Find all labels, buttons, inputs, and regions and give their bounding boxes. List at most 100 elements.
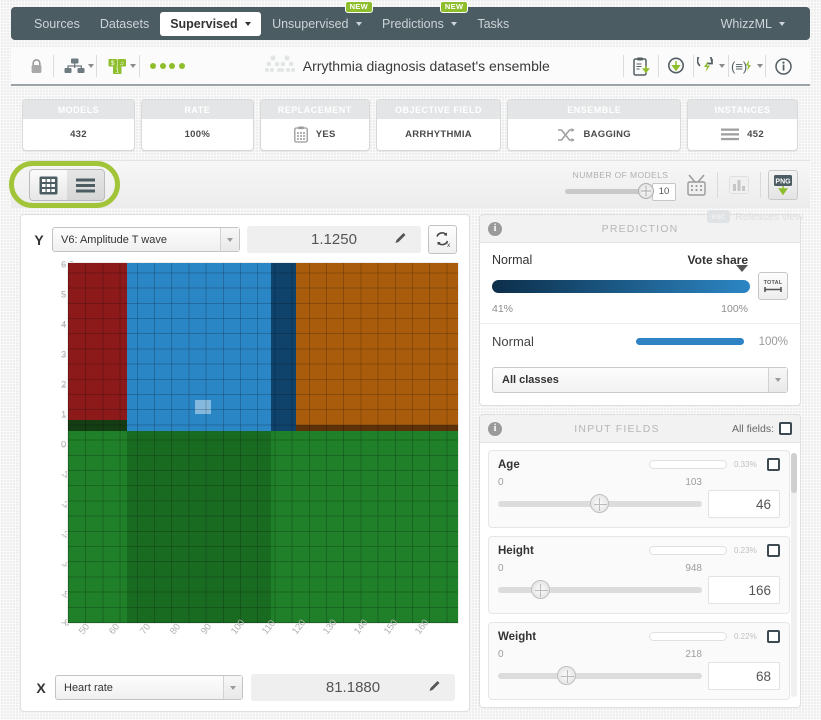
models-controls: NUMBER OF MODELS 10 PNG [565, 161, 798, 209]
card-body: YES [261, 119, 369, 150]
field-checkbox[interactable] [767, 630, 780, 643]
field-min: 0 [498, 649, 504, 660]
models-count-input[interactable]: 10 [652, 182, 676, 201]
field-slider-knob[interactable] [530, 580, 550, 599]
field-value-input[interactable]: 166 [708, 576, 780, 604]
png-download-icon[interactable]: PNG [768, 170, 798, 200]
field-checkbox[interactable] [767, 544, 780, 557]
bigml-ensemble-prediction-page: Sources Datasets Supervised NEW Unsuperv… [0, 0, 821, 720]
tree-structure-icon[interactable] [64, 51, 94, 81]
card-value: 432 [70, 129, 87, 140]
x-axis-value-input[interactable]: 81.1880 [251, 674, 455, 701]
field-max: 103 [685, 477, 702, 488]
resource-title: Arrythmia diagnosis dataset's ensemble [193, 54, 622, 78]
pencil-icon[interactable] [394, 231, 407, 248]
y-axis-field-select[interactable]: V6: Amplitude T wave [52, 227, 240, 252]
svg-text:x: x [447, 242, 451, 248]
slider-label: NUMBER OF MODELS [572, 169, 669, 180]
sampling-icon[interactable] [682, 171, 710, 199]
x-axis-controls: X Heart rate 81.1880 [21, 674, 469, 701]
card-rate: RATE 100% [140, 99, 254, 151]
chart-icon[interactable] [725, 171, 753, 199]
chevron-down-icon [223, 676, 242, 699]
reset-axes-icon[interactable]: x [428, 225, 457, 254]
resource-title-text: Arrythmia diagnosis dataset's ensemble [302, 58, 550, 74]
lock-icon[interactable] [21, 51, 51, 81]
view-toolbar: NUMBER OF MODELS 10 PNG [11, 160, 810, 208]
class-row: Normal 100% [480, 323, 800, 359]
scrollbar-thumb[interactable] [791, 453, 797, 493]
x-axis-value: 81.1880 [325, 679, 381, 696]
chevron-down-icon [245, 22, 252, 27]
field-slider-track[interactable] [498, 494, 702, 513]
field-slider-track[interactable] [498, 666, 702, 685]
all-fields-checkbox[interactable] [779, 422, 792, 435]
resource-header-bar: $ ♫ 1 Arrythmia diagnosis dataset's ense… [11, 48, 810, 86]
total-button[interactable]: TOTAL [758, 272, 788, 300]
chevron-down-icon [220, 228, 239, 251]
chevron-down-icon [356, 22, 362, 27]
class-bar-fill [636, 338, 744, 345]
region-green-dark [127, 431, 271, 623]
nav-label: Predictions [382, 16, 444, 31]
plot-area[interactable] [67, 262, 459, 624]
field-name: Height [498, 544, 534, 557]
nav-item-whizzml[interactable]: WhizzML [712, 13, 794, 35]
field-checkbox[interactable] [767, 458, 780, 471]
region-dark-blue [270, 263, 297, 432]
field-value-input[interactable]: 68 [708, 662, 780, 690]
card-title: RATE [141, 100, 253, 119]
divider [728, 55, 729, 77]
field-range: 0 948 [498, 563, 780, 574]
prediction-panel: i PREDICTION Normal Vote share TOTAL 41%… [479, 214, 801, 406]
class-filter-select[interactable]: All classes [492, 367, 788, 393]
confidence-max: 100% [721, 303, 748, 315]
y-axis-value-input[interactable]: 1.1250 [247, 226, 421, 253]
card-body: BAGGING [508, 119, 680, 150]
card-body: 100% [142, 119, 253, 150]
field-card-age: Age 0.33% 0 103 46 [488, 450, 790, 528]
info-icon[interactable]: i [488, 421, 502, 436]
cloud-download-icon[interactable] [661, 51, 691, 81]
info-icon[interactable]: i [488, 221, 502, 236]
grid-view-icon[interactable] [30, 170, 67, 200]
x-axis-ticks: 50 60 70 80 90 100 110 120 130 140 150 1… [67, 618, 459, 670]
svg-text:(≡): (≡) [731, 59, 747, 74]
batch-prediction-icon[interactable] [696, 51, 726, 81]
nav-item-tasks[interactable]: Tasks [468, 13, 518, 35]
clipboard-download-icon[interactable] [626, 51, 656, 81]
slider-knob[interactable] [638, 183, 654, 199]
nav-item-unsupervised[interactable]: NEW Unsupervised [263, 0, 373, 35]
nav-item-datasets[interactable]: Datasets [91, 13, 158, 35]
chevron-down-icon [779, 22, 785, 27]
list-view-icon[interactable] [67, 170, 104, 200]
y-axis-letter: Y [34, 231, 44, 248]
field-slider-knob[interactable] [557, 666, 577, 685]
info-icon[interactable] [768, 51, 798, 81]
card-body: 452 [688, 119, 797, 150]
field-types-icon[interactable]: $ ♫ 1 [107, 51, 137, 81]
region-dark-red [68, 263, 128, 420]
nav-item-sources[interactable]: Sources [25, 13, 89, 35]
y-axis-controls: Y V6: Amplitude T wave 1.1250 x [21, 215, 469, 258]
field-min: 0 [498, 477, 504, 488]
region-orange [296, 263, 458, 425]
field-slider-knob[interactable] [589, 494, 609, 513]
field-slider-row: 68 [498, 662, 780, 690]
nav-item-predictions[interactable]: NEW Predictions [373, 0, 469, 35]
x-axis-letter: X [36, 679, 46, 696]
input-fields-scrollbar[interactable] [791, 453, 797, 697]
nav-item-supervised[interactable]: Supervised [160, 11, 262, 36]
shuffle-icon [558, 127, 575, 142]
pencil-icon[interactable] [428, 679, 441, 696]
card-body: ARRHYTHMIA [377, 119, 501, 150]
x-axis-field-select[interactable]: Heart rate [55, 675, 243, 700]
nav-label: Tasks [477, 16, 510, 31]
field-range: 0 103 [498, 477, 780, 488]
field-slider-track[interactable] [498, 580, 702, 599]
field-importance-bar [649, 460, 727, 469]
field-value-input[interactable]: 46 [708, 490, 780, 518]
script-icon[interactable]: (≡) [731, 51, 763, 81]
field-card-height: Height 0.23% 0 948 166 [488, 536, 790, 614]
slider-track[interactable] [565, 183, 654, 199]
